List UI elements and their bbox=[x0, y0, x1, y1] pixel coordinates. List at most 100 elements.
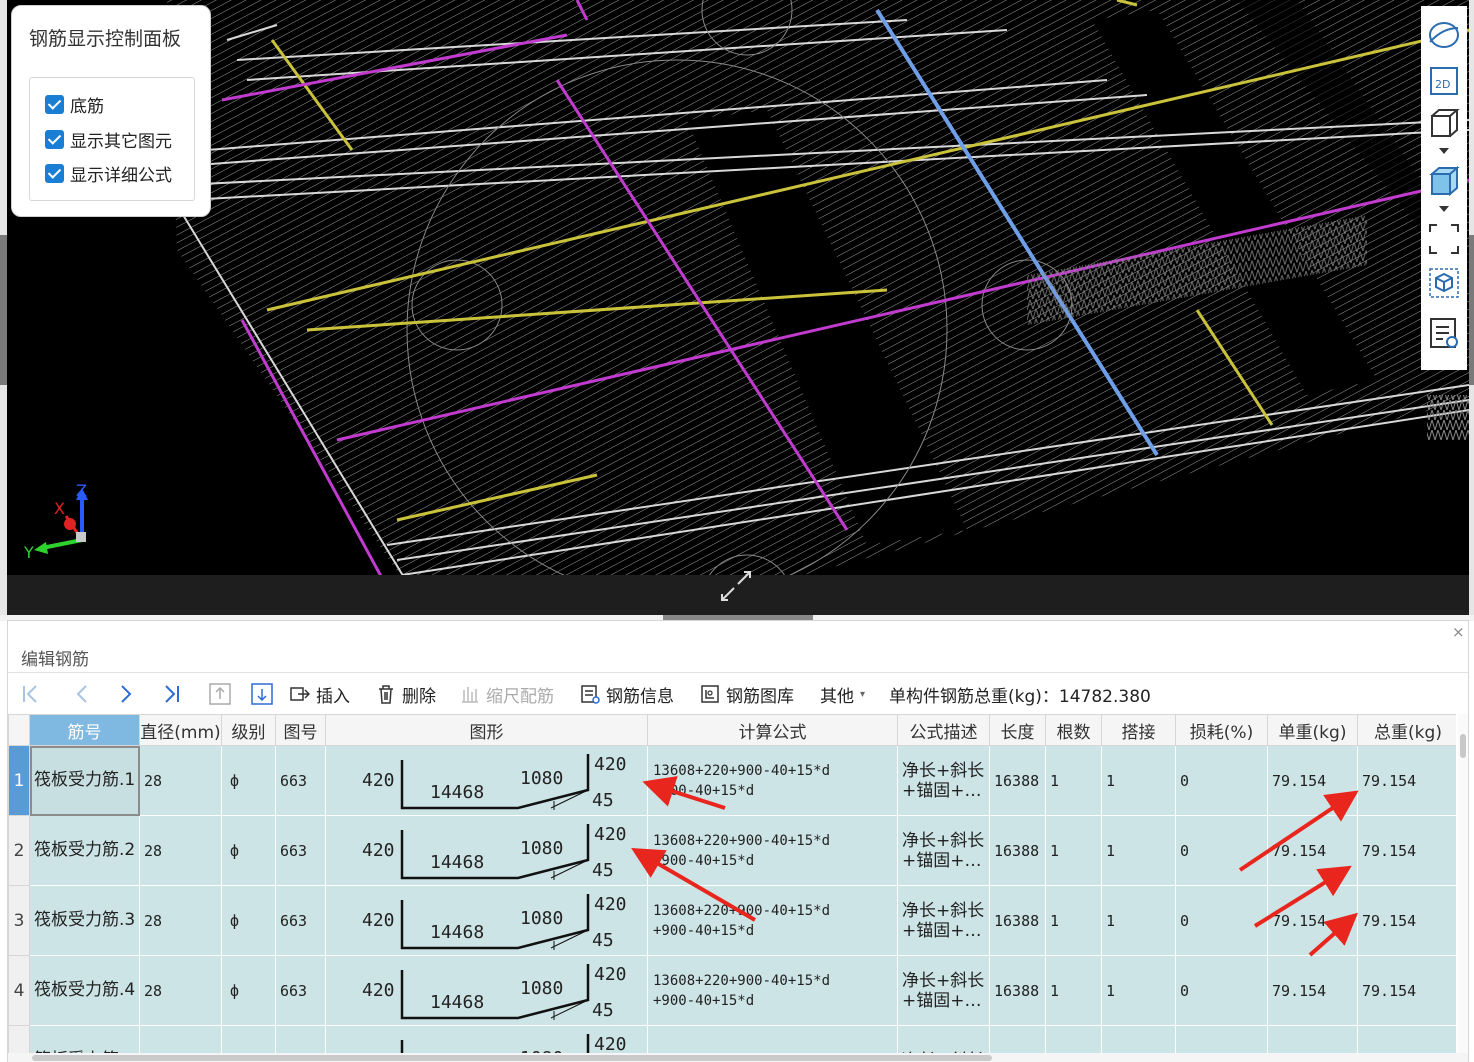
total-weight-cell[interactable]: 79.154 bbox=[1357, 885, 1456, 956]
lap-cell[interactable]: 1 bbox=[1101, 885, 1176, 956]
loss-cell[interactable] bbox=[1175, 1025, 1268, 1056]
diameter-cell[interactable] bbox=[139, 1025, 222, 1056]
figure-number-cell[interactable] bbox=[275, 1025, 326, 1056]
rebar-name-cell[interactable]: 筏板受力筋. bbox=[29, 1025, 140, 1056]
rebar-name-cell[interactable]: 筏板受力筋.4 bbox=[29, 955, 140, 1026]
count-cell[interactable]: 1 bbox=[1045, 885, 1102, 956]
column-header[interactable]: 搭接 bbox=[1101, 714, 1176, 746]
first-row-icon[interactable] bbox=[18, 677, 42, 711]
column-header[interactable]: 图形 bbox=[325, 714, 648, 746]
move-up-icon[interactable] bbox=[208, 677, 232, 711]
shape-cell[interactable]: 420 14468 1080 420 45 bbox=[325, 885, 648, 956]
length-cell[interactable]: 16388 bbox=[989, 815, 1046, 886]
formula-desc-cell[interactable]: 净长+斜长 +锚固+… bbox=[897, 955, 990, 1026]
diameter-cell[interactable]: 28 bbox=[139, 955, 222, 1026]
3d-viewport[interactable] bbox=[7, 0, 1469, 615]
lap-cell[interactable]: 1 bbox=[1101, 745, 1176, 816]
table-row[interactable]: 3 筏板受力筋.3 28 ф 663 420 14468 1080 420 45 13608+220… bbox=[8, 885, 1456, 956]
rebar-name-cell[interactable]: 筏板受力筋.3 bbox=[29, 885, 140, 956]
grade-cell[interactable]: ф bbox=[221, 815, 276, 886]
option-show-detail-formula[interactable]: 显示详细公式 bbox=[45, 161, 172, 186]
lap-cell[interactable]: 1 bbox=[1101, 955, 1176, 1026]
column-header[interactable]: 直径(mm) bbox=[139, 714, 222, 746]
diameter-cell[interactable]: 28 bbox=[139, 885, 222, 956]
formula-desc-cell[interactable]: 净长+斜长 +锚固+… bbox=[897, 745, 990, 816]
table-row[interactable]: 4 筏板受力筋.4 28 ф 663 420 14468 1080 420 45 13608+220… bbox=[8, 955, 1456, 1026]
rebar-library-button[interactable]: 钢筋图库 bbox=[700, 677, 794, 711]
grade-cell[interactable]: ф bbox=[221, 955, 276, 1026]
grade-cell[interactable]: ф bbox=[221, 745, 276, 816]
unit-weight-cell[interactable]: 79.154 bbox=[1267, 815, 1358, 886]
count-cell[interactable]: 1 bbox=[1045, 745, 1102, 816]
show-detail-formula-checkbox[interactable] bbox=[45, 163, 64, 183]
grade-cell[interactable] bbox=[221, 1025, 276, 1056]
column-header[interactable]: 级别 bbox=[221, 714, 276, 746]
row-index[interactable]: 3 bbox=[8, 885, 30, 956]
total-weight-cell[interactable]: 79.154 bbox=[1357, 1025, 1456, 1056]
vertical-scroll-thumb[interactable] bbox=[1460, 734, 1466, 758]
fit-view-icon[interactable] bbox=[1427, 222, 1461, 256]
column-header[interactable]: 总重(kg) bbox=[1357, 714, 1456, 746]
formula-cell[interactable]: 13608+220+900-40+15*d bbox=[647, 1025, 898, 1056]
horizontal-scroll-thumb[interactable] bbox=[32, 1055, 992, 1061]
view-2d-icon[interactable]: 2D bbox=[1427, 64, 1461, 98]
right-collapse-strip[interactable] bbox=[1469, 0, 1474, 615]
total-weight-cell[interactable]: 79.154 bbox=[1357, 815, 1456, 886]
row-index[interactable]: 4 bbox=[8, 955, 30, 1026]
shape-cell[interactable]: 420 14468 1080 420 45 bbox=[325, 955, 648, 1026]
column-header[interactable]: 公式描述 bbox=[897, 714, 990, 746]
row-index[interactable]: 2 bbox=[8, 815, 30, 886]
table-row[interactable]: 筏板受力筋. 108042013608+220+900-40+15*d净长+斜长 7… bbox=[8, 1025, 1456, 1056]
rebar-name-cell[interactable]: 筏板受力筋.2 bbox=[29, 815, 140, 886]
vertical-scrollbar[interactable] bbox=[1458, 714, 1468, 1056]
unit-weight-cell[interactable]: 79.154 bbox=[1267, 1025, 1358, 1056]
view-3d-wire-icon[interactable] bbox=[1427, 106, 1461, 140]
loss-cell[interactable]: 0 bbox=[1175, 955, 1268, 1026]
grade-cell[interactable]: ф bbox=[221, 885, 276, 956]
table-row[interactable]: 2 筏板受力筋.2 28 ф 663 420 14468 1080 420 45 13608+220… bbox=[8, 815, 1456, 886]
row-index[interactable]: 1 bbox=[8, 745, 30, 816]
formula-desc-cell[interactable]: 净长+斜长 +锚固+… bbox=[897, 815, 990, 886]
formula-cell[interactable]: 13608+220+900-40+15*d +900-40+15*d bbox=[647, 955, 898, 1026]
count-cell[interactable] bbox=[1045, 1025, 1102, 1056]
unit-weight-cell[interactable]: 79.154 bbox=[1267, 955, 1358, 1026]
column-header[interactable]: 损耗(%) bbox=[1175, 714, 1268, 746]
left-collapse-strip[interactable] bbox=[0, 0, 7, 615]
length-cell[interactable]: 16388 bbox=[989, 885, 1046, 956]
delete-button[interactable]: 删除 bbox=[376, 677, 436, 711]
last-row-icon[interactable] bbox=[160, 677, 184, 711]
diameter-cell[interactable]: 28 bbox=[139, 815, 222, 886]
length-cell[interactable]: 16388 bbox=[989, 745, 1046, 816]
length-cell[interactable] bbox=[989, 1025, 1046, 1056]
unit-weight-cell[interactable]: 79.154 bbox=[1267, 745, 1358, 816]
shape-cell[interactable]: 420 14468 1080 420 45 bbox=[325, 745, 648, 816]
formula-desc-cell[interactable]: 净长+斜长 +锚固+… bbox=[897, 885, 990, 956]
rebar-name-cell[interactable]: 筏板受力筋.1 bbox=[29, 745, 140, 816]
loss-cell[interactable]: 0 bbox=[1175, 815, 1268, 886]
other-menu-button[interactable]: 其他 ▾ bbox=[820, 677, 865, 711]
figure-number-cell[interactable]: 663 bbox=[275, 815, 326, 886]
column-header[interactable]: 根数 bbox=[1045, 714, 1102, 746]
column-header[interactable]: 计算公式 bbox=[647, 714, 898, 746]
option-show-other-elements[interactable]: 显示其它图元 bbox=[45, 127, 172, 152]
bottom-rebar-checkbox[interactable] bbox=[45, 94, 64, 114]
total-weight-cell[interactable]: 79.154 bbox=[1357, 745, 1456, 816]
lap-cell[interactable] bbox=[1101, 1025, 1176, 1056]
formula-desc-cell[interactable]: 净长+斜长 bbox=[897, 1025, 990, 1056]
column-header[interactable]: 长度 bbox=[989, 714, 1046, 746]
column-header[interactable]: 筋号 bbox=[29, 714, 140, 746]
option-bottom-rebar[interactable]: 底筋 bbox=[45, 92, 104, 117]
total-weight-cell[interactable]: 79.154 bbox=[1357, 955, 1456, 1026]
next-row-icon[interactable] bbox=[114, 677, 138, 711]
figure-number-cell[interactable]: 663 bbox=[275, 745, 326, 816]
scale-rebar-button[interactable]: 缩尺配筋 bbox=[460, 677, 554, 711]
close-icon[interactable]: × bbox=[1452, 623, 1465, 641]
table-row[interactable]: 1 筏板受力筋.1 28 ф 663 420 14468 1080 420 45 13608+220… bbox=[8, 745, 1456, 816]
unit-weight-cell[interactable]: 79.154 bbox=[1267, 885, 1358, 956]
orbit-icon[interactable] bbox=[1427, 18, 1461, 52]
loss-cell[interactable]: 0 bbox=[1175, 885, 1268, 956]
formula-cell[interactable]: 13608+220+900-40+15*d +900-40+15*d bbox=[647, 745, 898, 816]
loss-cell[interactable]: 0 bbox=[1175, 745, 1268, 816]
diameter-cell[interactable]: 28 bbox=[139, 745, 222, 816]
view-3d-solid-icon[interactable] bbox=[1427, 164, 1461, 198]
